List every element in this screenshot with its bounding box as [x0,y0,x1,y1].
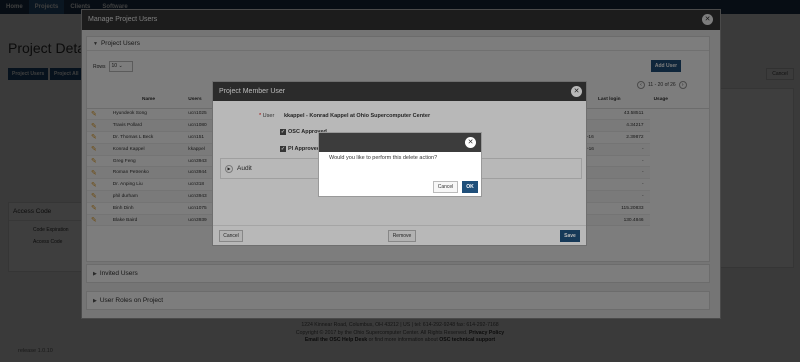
confirm-message: Would you like to perform this delete ac… [329,155,438,161]
confirm-delete-dialog: ✕ Would you like to perform this delete … [318,132,482,197]
close-icon[interactable]: ✕ [465,137,476,148]
confirm-titlebar: ✕ [319,133,481,152]
confirm-ok-button[interactable]: OK [462,181,478,193]
confirm-cancel-button[interactable]: Cancel [433,181,458,193]
